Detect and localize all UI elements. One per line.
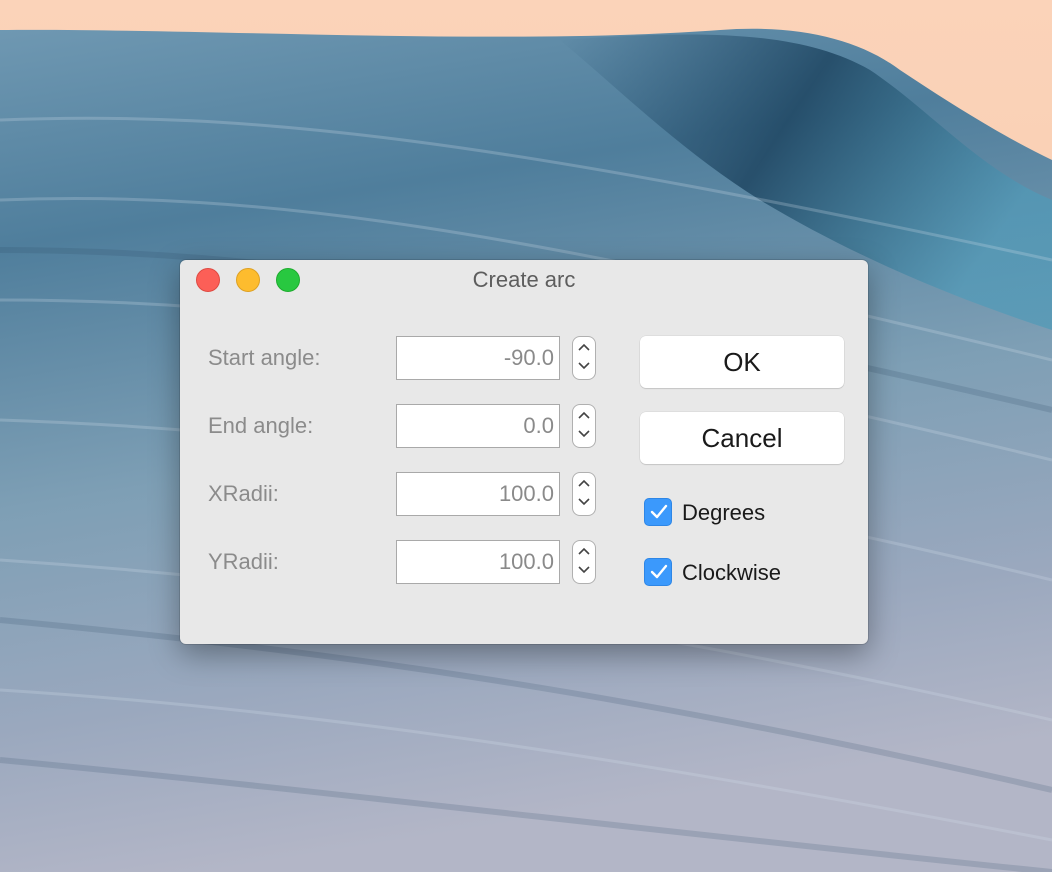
start-angle-label: Start angle: <box>208 345 321 370</box>
chevron-up-icon <box>578 479 590 487</box>
x-radii-decrement-button[interactable] <box>573 494 595 515</box>
chevron-down-icon <box>578 566 590 574</box>
title-bar[interactable]: Create arc <box>180 260 868 300</box>
chevron-up-icon <box>578 411 590 419</box>
start-angle-increment-button[interactable] <box>573 337 595 358</box>
chevron-down-icon <box>578 430 590 438</box>
x-radii-label: XRadii: <box>208 481 279 506</box>
start-angle-field[interactable]: -90.0 <box>396 336 560 380</box>
chevron-up-icon <box>578 547 590 555</box>
create-arc-dialog: Create arc Start angle: -90.0 End angle:… <box>180 260 868 644</box>
start-angle-decrement-button[interactable] <box>573 358 595 379</box>
checkmark-icon <box>650 564 668 579</box>
y-radii-field[interactable]: 100.0 <box>396 540 560 584</box>
degrees-label: Degrees <box>682 500 766 525</box>
end-angle-increment-button[interactable] <box>573 405 595 426</box>
x-radii-stepper[interactable] <box>572 472 596 516</box>
x-radii-increment-button[interactable] <box>573 473 595 494</box>
end-angle-field[interactable]: 0.0 <box>396 404 560 448</box>
end-angle-label: End angle: <box>208 413 314 438</box>
y-radii-increment-button[interactable] <box>573 541 595 562</box>
end-angle-decrement-button[interactable] <box>573 426 595 447</box>
ok-button[interactable]: OK <box>640 336 844 388</box>
y-radii-stepper[interactable] <box>572 540 596 584</box>
clockwise-label: Clockwise <box>682 560 782 585</box>
end-angle-stepper[interactable] <box>572 404 596 448</box>
chevron-down-icon <box>578 362 590 370</box>
checkmark-icon <box>650 504 668 519</box>
clockwise-checkbox[interactable] <box>644 558 672 586</box>
desktop: Create arc Start angle: -90.0 End angle:… <box>0 0 1052 872</box>
x-radii-field[interactable]: 100.0 <box>396 472 560 516</box>
y-radii-decrement-button[interactable] <box>573 562 595 583</box>
start-angle-stepper[interactable] <box>572 336 596 380</box>
degrees-checkbox[interactable] <box>644 498 672 526</box>
y-radii-label: YRadii: <box>208 549 279 574</box>
window-title: Create arc <box>472 267 576 292</box>
cancel-button[interactable]: Cancel <box>640 412 844 464</box>
chevron-down-icon <box>578 498 590 506</box>
chevron-up-icon <box>578 343 590 351</box>
